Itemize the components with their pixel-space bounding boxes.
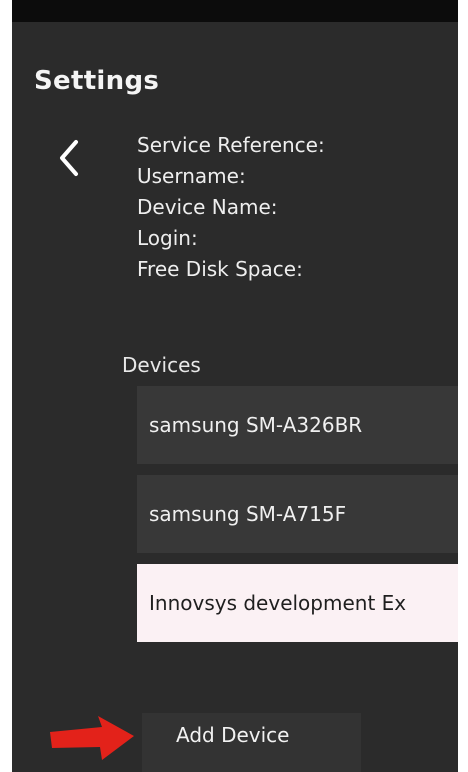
device-list: samsung SM-A326BR samsung SM-A715F Innov… [137, 386, 458, 653]
red-arrow-icon [50, 714, 136, 766]
device-item-selected[interactable]: Innovsys development Ex [137, 564, 458, 642]
settings-screen: Settings Service Reference: Username: De… [12, 0, 458, 772]
devices-heading: Devices [122, 353, 201, 377]
device-item[interactable]: samsung SM-A715F [137, 475, 458, 553]
add-device-button[interactable]: Add Device [142, 713, 361, 772]
service-reference-label: Service Reference: [137, 133, 325, 157]
device-item-label: samsung SM-A715F [149, 502, 347, 526]
login-label: Login: [137, 226, 198, 250]
account-info: Service Reference: Username: Device Name… [137, 130, 325, 285]
add-device-label: Add Device [176, 723, 290, 747]
free-disk-space-label: Free Disk Space: [137, 257, 303, 281]
device-item-label: samsung SM-A326BR [149, 413, 363, 437]
chevron-left-icon [60, 140, 78, 176]
device-item-label: Innovsys development Ex [149, 591, 407, 615]
page-title: Settings [34, 66, 160, 96]
back-button[interactable] [54, 136, 84, 180]
device-item[interactable]: samsung SM-A326BR [137, 386, 458, 464]
status-bar [12, 0, 458, 22]
device-name-label: Device Name: [137, 195, 278, 219]
username-label: Username: [137, 164, 246, 188]
